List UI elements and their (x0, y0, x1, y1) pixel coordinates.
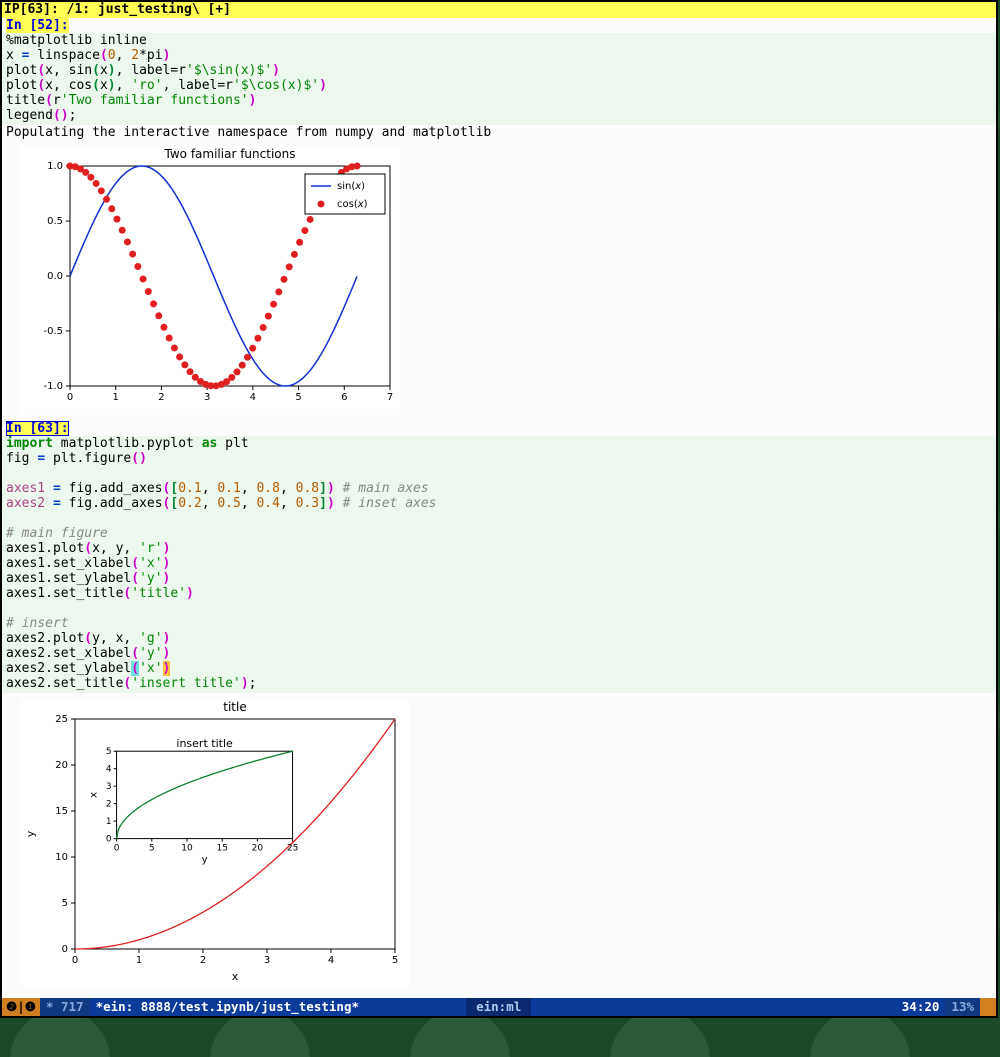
svg-text:2: 2 (200, 955, 206, 966)
svg-text:25: 25 (55, 714, 68, 725)
svg-text:0: 0 (72, 955, 78, 966)
svg-text:y: y (202, 855, 208, 866)
svg-text:x: x (89, 792, 100, 798)
svg-text:0: 0 (106, 835, 112, 845)
svg-text:20: 20 (55, 760, 68, 771)
svg-text:Two familiar functions: Two familiar functions (164, 147, 296, 161)
svg-text:25: 25 (287, 844, 298, 854)
svg-text:0: 0 (114, 844, 120, 854)
svg-text:4: 4 (250, 392, 256, 403)
modeline-line: * 717 (40, 998, 90, 1016)
svg-text:0: 0 (67, 392, 73, 403)
modeline-buffer-name: *ein: 8888/test.ipynb/just_testing* (90, 998, 467, 1016)
svg-text:1: 1 (136, 955, 142, 966)
chart-title-inset: title0123450510152025xyinsert title05101… (20, 699, 410, 988)
svg-text:1: 1 (113, 392, 119, 403)
svg-text:3: 3 (204, 392, 210, 403)
code-cell-63[interactable]: import matplotlib.pyplot as plt fig = pl… (2, 436, 996, 693)
svg-text:15: 15 (216, 844, 227, 854)
svg-text:5: 5 (62, 898, 68, 909)
svg-text:10: 10 (181, 844, 193, 854)
svg-text:5: 5 (295, 392, 301, 403)
modeline-cursor-pos: 34:20 (896, 998, 946, 1016)
svg-text:4: 4 (328, 955, 334, 966)
svg-text:5: 5 (149, 844, 155, 854)
cell-prompt-52: In [52]: (6, 18, 69, 33)
svg-text:0.0: 0.0 (47, 271, 63, 282)
modeline-block-icon (980, 998, 996, 1016)
svg-text:10: 10 (55, 852, 68, 863)
svg-text:5: 5 (106, 747, 112, 757)
svg-text:-1.0: -1.0 (43, 381, 63, 392)
code-cell-52[interactable]: %matplotlib inline x = linspace(0, 2*pi)… (2, 33, 996, 125)
modeline: ❷|❶ * 717 *ein: 8888/test.ipynb/just_tes… (2, 998, 996, 1016)
svg-text:3: 3 (106, 782, 112, 792)
svg-text:0: 0 (62, 944, 68, 955)
svg-text:sin(x): sin(x) (337, 181, 365, 192)
svg-text:3: 3 (264, 955, 270, 966)
svg-text:2: 2 (158, 392, 164, 403)
emacs-frame: IP[63]: /1: just_testing\ [+] In [52]: %… (0, 0, 998, 1018)
svg-text:15: 15 (55, 806, 68, 817)
svg-text:title: title (223, 700, 246, 714)
svg-text:-0.5: -0.5 (43, 326, 63, 337)
modeline-major-mode: ein:ml (466, 998, 531, 1016)
cell-prompt-63: In [63]: (6, 421, 69, 436)
titlebar: IP[63]: /1: just_testing\ [+] (2, 2, 996, 18)
svg-text:2: 2 (106, 800, 112, 810)
cell-output-52: Populating the interactive namespace fro… (2, 125, 996, 140)
chart-two-familiar-functions: Two familiar functions 0 1 2 3 4 5 6 7 -1.0 -0.5 0.… (20, 146, 400, 415)
svg-text:cos(x): cos(x) (337, 199, 368, 210)
modeline-percent: 13% (945, 998, 980, 1016)
buffer-content[interactable]: In [52]: %matplotlib inline x = linspace… (2, 18, 996, 998)
svg-text:insert title: insert title (176, 737, 233, 750)
svg-text:4: 4 (106, 765, 112, 775)
modeline-indicator: ❷|❶ (2, 998, 40, 1016)
svg-text:5: 5 (392, 955, 398, 966)
svg-text:y: y (24, 830, 37, 837)
svg-text:1.0: 1.0 (47, 161, 63, 172)
svg-text:x: x (232, 970, 239, 983)
svg-text:20: 20 (252, 844, 264, 854)
svg-text:6: 6 (341, 392, 347, 403)
svg-text:1: 1 (106, 817, 112, 827)
svg-text:0.5: 0.5 (47, 216, 63, 227)
svg-text:7: 7 (387, 392, 393, 403)
